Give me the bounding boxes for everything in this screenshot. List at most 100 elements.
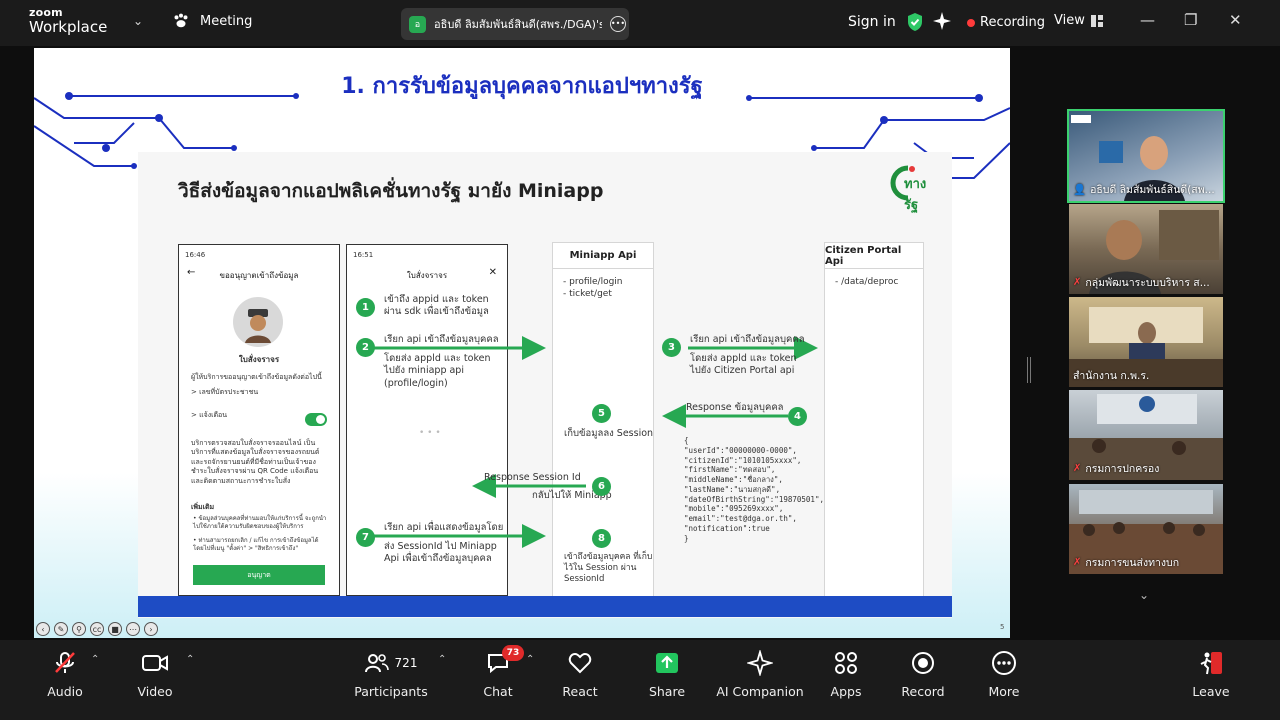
tile-name-text: กรมการขนส่งทางบก [1085,557,1180,569]
audio-label: Audio [47,684,83,699]
record-label: Record [901,684,945,699]
scroll-down-chevron-icon[interactable]: ⌄ [1139,588,1149,602]
view-label: View [1054,13,1085,28]
json-line: "middleName":"ชื่อกลาง", [684,475,783,484]
view-button[interactable]: View [1054,13,1103,28]
json-line: "mobile":"095269xxxx", [684,504,784,514]
minimize-icon[interactable]: — [1140,11,1155,29]
json-line: "dateOfBirthString":"19870501", [684,494,824,504]
video-tile[interactable]: สำนักงาน ก.พ.ร. [1069,297,1223,387]
step-badge: 2 [356,338,375,357]
audio-options-caret-icon[interactable]: ⌃ [91,654,99,665]
more-icon[interactable]: ⋯ [126,622,140,636]
meeting-toolbar: Audio ⌃ Video ⌃ 721 Participants ⌃ Chat … [0,640,1280,720]
restore-icon[interactable]: ❐ [1184,11,1197,29]
react-button[interactable]: React [535,650,625,699]
tile-name: ✗ กลุ่มพัฒนาระบบบริหาร ส... [1073,274,1210,291]
step-text: เก็บข้อมูลลง Session [564,428,654,439]
sharing-indicator[interactable]: อ อธิบดี ลิมสัมพันธ์สินดี(สพร./DGA)'s s … [401,8,629,40]
more-button[interactable]: More [959,650,1049,699]
mic-muted-icon: ✗ [1073,277,1082,288]
paw-icon [174,13,188,28]
flow-arrows [360,336,818,548]
recording-label: Recording [980,15,1046,30]
json-line: "notification":true [684,523,770,533]
ai-companion-sparkle-icon [747,650,773,676]
grid-view-icon [1090,14,1103,27]
step-subtext: โดยส่ง appld และ token ไปยัง miniapp api… [384,353,491,389]
mic-muted-icon: ✗ [1073,557,1082,568]
chevron-down-icon[interactable]: ⌄ [133,14,143,28]
recording-dot-icon [967,18,975,27]
shared-screen: 1. การรับข้อมูลบุคคลจากแอปฯทางรัฐ วิธีส่… [34,48,1010,638]
share-button[interactable]: Share [622,650,712,699]
video-tile[interactable]: ✗ กรมการขนส่งทางบก [1069,484,1223,574]
step-text: Response ข้อมูลบุคคล [686,402,784,413]
meeting-button[interactable]: Meeting [172,12,252,30]
logo-line2: Workplace [29,18,108,36]
share-label: Share [648,684,686,699]
video-tile[interactable]: ✗ กรมการปกครอง [1069,390,1223,480]
step-badge: 4 [788,407,807,426]
more-options-icon[interactable]: ••• [610,16,626,32]
json-line: { [684,436,689,445]
slide-toolbar: ‹ ✎ ⚲ cc ■ ⋯ › [36,622,158,636]
pen-icon[interactable]: ✎ [54,622,68,636]
participants-button[interactable]: 721 Participants [346,650,436,699]
slide-page-number: 5 [1000,623,1005,631]
step-subtext: โดยส่ง appld และ token ไปยัง Citizen Por… [690,353,797,377]
step-text: เข้าถึงข้อมูลบุคคล ที่เก็บไว้ใน Session … [564,552,653,585]
close-icon[interactable]: ✕ [1229,11,1242,29]
leave-exit-icon [1200,652,1222,675]
tile-name-text: สำนักงาน ก.พ.ร. [1073,370,1150,382]
step-text: เข้าถึง appid และ token ผ่าน sdk เพื่อเข… [384,294,489,318]
next-slide-icon[interactable]: › [144,622,158,636]
tile-name: สำนักงาน ก.พ.ร. [1073,367,1149,384]
step-text: เรียก api เข้าถึงข้อมูลบุคคล [690,334,805,345]
logo-line1: zoom [29,6,63,19]
participants-options-caret-icon[interactable]: ⌃ [438,654,446,665]
ai-sparkle-icon[interactable] [932,11,952,31]
apps-label: Apps [830,684,862,699]
leave-button[interactable]: Leave [1166,650,1256,699]
recording-indicator[interactable]: Recording [967,15,1045,30]
record-button[interactable]: Record [878,650,968,699]
chat-options-caret-icon[interactable]: ⌃ [526,654,534,665]
json-line: "lastName":"นามสกุลดี", [684,484,781,494]
zoom-icon[interactable]: ⚲ [72,622,86,636]
captions-icon[interactable]: cc [90,622,104,636]
json-line: } [684,533,689,543]
participants-icon [364,654,389,673]
video-options-caret-icon[interactable]: ⌃ [186,654,194,665]
more-label: More [988,684,1020,699]
mic-muted-icon [55,652,75,673]
diagram-card: วิธีส่งข้อมูลจากแอปพลิเคชั่นทางรัฐ มายัง… [138,152,952,618]
camera-icon[interactable]: ■ [108,622,122,636]
tile-name: ✗ กรมการปกครอง [1073,460,1159,477]
ai-companion-button[interactable]: AI Companion [715,650,805,699]
json-line: "firstName":"ทดสอบ", [684,465,776,475]
video-tile-active-speaker[interactable]: 👤 อธิบดี ลิมสัมพันธ์สินดี(สพ... [1067,109,1225,203]
participants-label: Participants [354,684,428,699]
step-badge: 3 [662,338,681,357]
top-bar: zoom Workplace ⌄ Meeting อ อธิบดี ลิมสัม… [0,0,1280,46]
response-json: { "userId":"00000000-0000", "citizenId":… [684,436,824,543]
tile-name-text: กลุ่มพัฒนาระบบบริหาร ส... [1085,277,1210,289]
tile-name: 👤 อธิบดี ลิมสัมพันธ์สินดี(สพ... [1073,181,1215,198]
participants-count: 721 [394,656,418,670]
shield-check-icon[interactable] [906,12,924,32]
chat-unread-badge: 73 [502,645,524,661]
mic-muted-icon: ✗ [1073,463,1082,474]
zoom-logo[interactable]: zoom Workplace [29,7,107,35]
tile-name: ✗ กรมการขนส่งทางบก [1073,554,1179,571]
share-screen-icon [656,653,678,673]
video-label: Video [137,684,173,699]
video-tile[interactable]: ✗ กลุ่มพัฒนาระบบบริหาร ส... [1069,204,1223,294]
sign-in-link[interactable]: Sign in [848,14,896,30]
speaker-icon: 👤 [1073,184,1087,196]
prev-slide-icon[interactable]: ‹ [36,622,50,636]
step-text: เรียก api เพื่อแสดงข้อมูลโดย [384,522,504,533]
heart-icon [568,652,592,674]
step-badge: 5 [592,404,611,423]
panel-resize-handle[interactable] [1027,357,1031,383]
